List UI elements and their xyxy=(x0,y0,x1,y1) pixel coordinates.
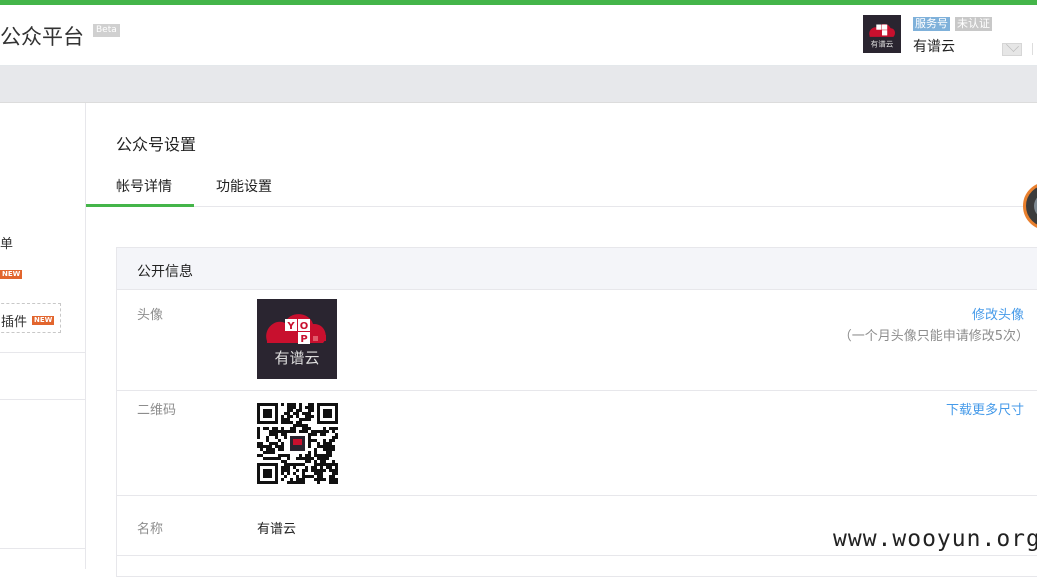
new-badge: NEW xyxy=(0,270,23,279)
account-type-tag: 服务号 xyxy=(913,17,950,31)
change-avatar-link[interactable]: 修改头像 xyxy=(972,304,1024,323)
avatar-limit-note: （一个月头像只能申请修改5次） xyxy=(838,329,1029,344)
logo-letter-y: Y xyxy=(286,321,295,332)
sidebar-divider xyxy=(0,352,85,353)
beta-badge: Beta xyxy=(93,24,120,37)
row-divider xyxy=(117,495,1037,496)
logo-letter-o: O xyxy=(300,321,309,332)
account-avatar[interactable]: 有谱云 xyxy=(863,15,901,53)
name-label: 名称 xyxy=(137,522,164,537)
brand-logo-icon: 有谱云 xyxy=(863,15,901,53)
account-avatar-large: Y O P 有谱云 xyxy=(257,299,337,379)
sidebar-divider xyxy=(0,548,85,549)
new-badge: NEW xyxy=(32,316,55,325)
active-tab-indicator xyxy=(86,204,194,207)
avatar-label: 头像 xyxy=(137,308,164,323)
verify-status-tag: 未认证 xyxy=(955,17,992,31)
watermark: www.wooyun.org xyxy=(831,526,1037,552)
download-sizes-link[interactable]: 下载更多尺寸 xyxy=(946,399,1024,418)
logo-letter-p: P xyxy=(300,334,307,345)
sidebar-item-partial[interactable]: 单 xyxy=(0,233,13,252)
tabs-divider xyxy=(86,206,1037,207)
row-divider xyxy=(117,390,1037,391)
add-plugin-button[interactable]: 插件 NEW xyxy=(0,303,61,333)
row-divider xyxy=(117,555,1037,556)
plugin-label: 插件 xyxy=(1,315,28,330)
platform-title[interactable]: 公众平台 xyxy=(0,21,84,51)
svg-text:有谱云: 有谱云 xyxy=(871,38,894,48)
sidebar: 单 NEW 插件 NEW xyxy=(0,103,86,569)
page-title: 公众号设置 xyxy=(116,135,197,154)
tab-function-settings[interactable]: 功能设置 xyxy=(216,176,272,196)
account-name[interactable]: 有谱云 xyxy=(913,36,955,56)
qrcode-label: 二维码 xyxy=(137,403,177,418)
page-header: 公众平台 Beta 有谱云 服务号 未认证 有谱云 xyxy=(0,5,1037,66)
panel-header: 公开信息 xyxy=(117,248,1037,290)
header-divider xyxy=(1032,43,1033,55)
logo-text: 有谱云 xyxy=(274,349,319,367)
qrcode-icon xyxy=(257,403,338,484)
sidebar-divider xyxy=(0,399,85,400)
name-value: 有谱云 xyxy=(257,522,297,537)
brand-logo-icon: Y O P 有谱云 xyxy=(257,299,337,379)
panel-title: 公开信息 xyxy=(137,264,193,280)
notice-bar xyxy=(0,66,1037,103)
qrcode-image[interactable] xyxy=(257,403,338,484)
mail-icon[interactable] xyxy=(1002,43,1022,56)
tab-account-details[interactable]: 帐号详情 xyxy=(116,176,172,196)
floating-helper-button[interactable] xyxy=(1023,182,1037,230)
